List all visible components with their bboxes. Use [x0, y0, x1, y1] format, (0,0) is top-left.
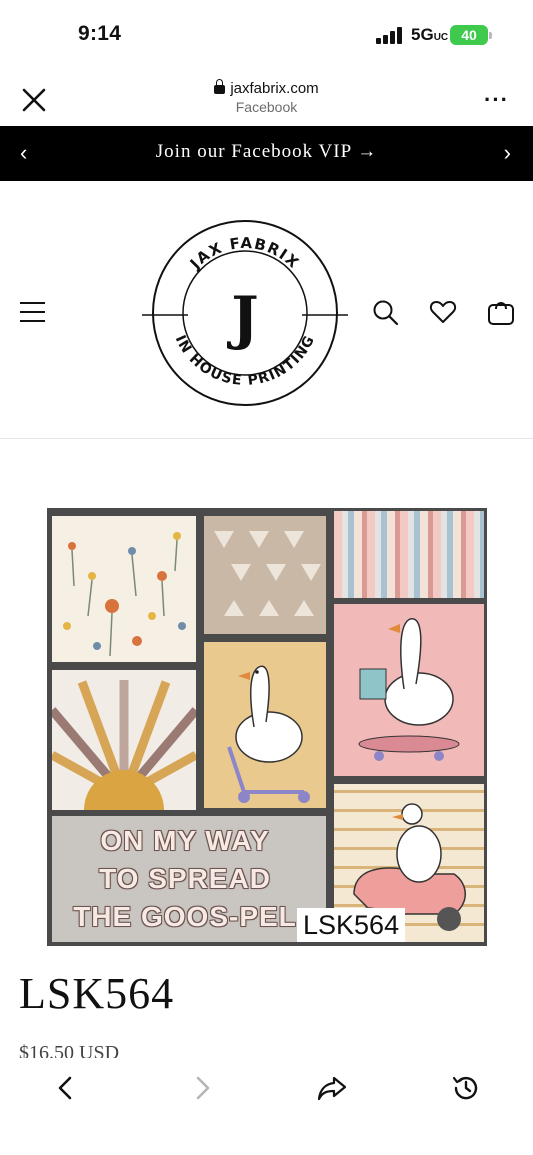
stripe-panel [334, 511, 484, 598]
url-source: Facebook [235, 99, 298, 115]
forward-arrow-icon[interactable] [186, 1072, 218, 1104]
announcement-text[interactable]: Join our Facebook VIP → [0, 141, 533, 163]
history-icon[interactable] [450, 1072, 482, 1104]
goose-skateboard-panel [334, 604, 484, 776]
status-time: 9:14 [78, 22, 122, 45]
store-header: JAX FABRIX IN HOUSE PRINTING J [0, 181, 533, 439]
back-arrow-icon[interactable] [50, 1072, 82, 1104]
share-icon[interactable] [316, 1072, 348, 1104]
browser-bottom-bar [0, 1058, 533, 1155]
menu-icon[interactable] [20, 299, 46, 325]
network-indicator: 5GUC [411, 25, 449, 44]
sun-panel [52, 670, 196, 810]
product-price: $16.50 USD [19, 1042, 120, 1058]
goose-scooter-panel [204, 642, 326, 808]
url-domain: jaxfabrix.com [230, 80, 319, 97]
browser-bar: jaxfabrix.com Facebook ··· [0, 72, 533, 126]
announcement-bar: ‹ Join our Facebook VIP → › [0, 126, 533, 181]
product-slogan: ON MY WAY TO SPREAD THE GOOS-PEL [73, 825, 297, 932]
product-sku-tag: LSK564 [297, 908, 406, 942]
product-title: LSK564 [19, 969, 175, 1018]
close-icon[interactable] [20, 86, 48, 114]
signal-icon [376, 27, 404, 44]
battery-indicator: 40 [450, 25, 492, 45]
heart-icon[interactable] [428, 297, 458, 327]
search-icon[interactable] [370, 297, 400, 327]
lock-icon [214, 79, 226, 94]
url-display[interactable]: jaxfabrix.com Facebook [150, 79, 383, 115]
store-logo[interactable]: JAX FABRIX IN HOUSE PRINTING J [142, 217, 348, 413]
svg-text:JAX FABRIX: JAX FABRIX [186, 234, 303, 273]
cart-icon[interactable] [486, 297, 516, 327]
triangle-panel [204, 516, 326, 634]
announcement-next-icon[interactable]: › [504, 140, 511, 166]
logo-top-text: JAX FABRIX [186, 234, 302, 273]
more-icon[interactable]: ··· [484, 89, 509, 111]
logo-monogram: J [226, 284, 258, 352]
status-bar: 9:14 5GUC 40 [0, 0, 533, 72]
floral-panel [52, 516, 196, 662]
